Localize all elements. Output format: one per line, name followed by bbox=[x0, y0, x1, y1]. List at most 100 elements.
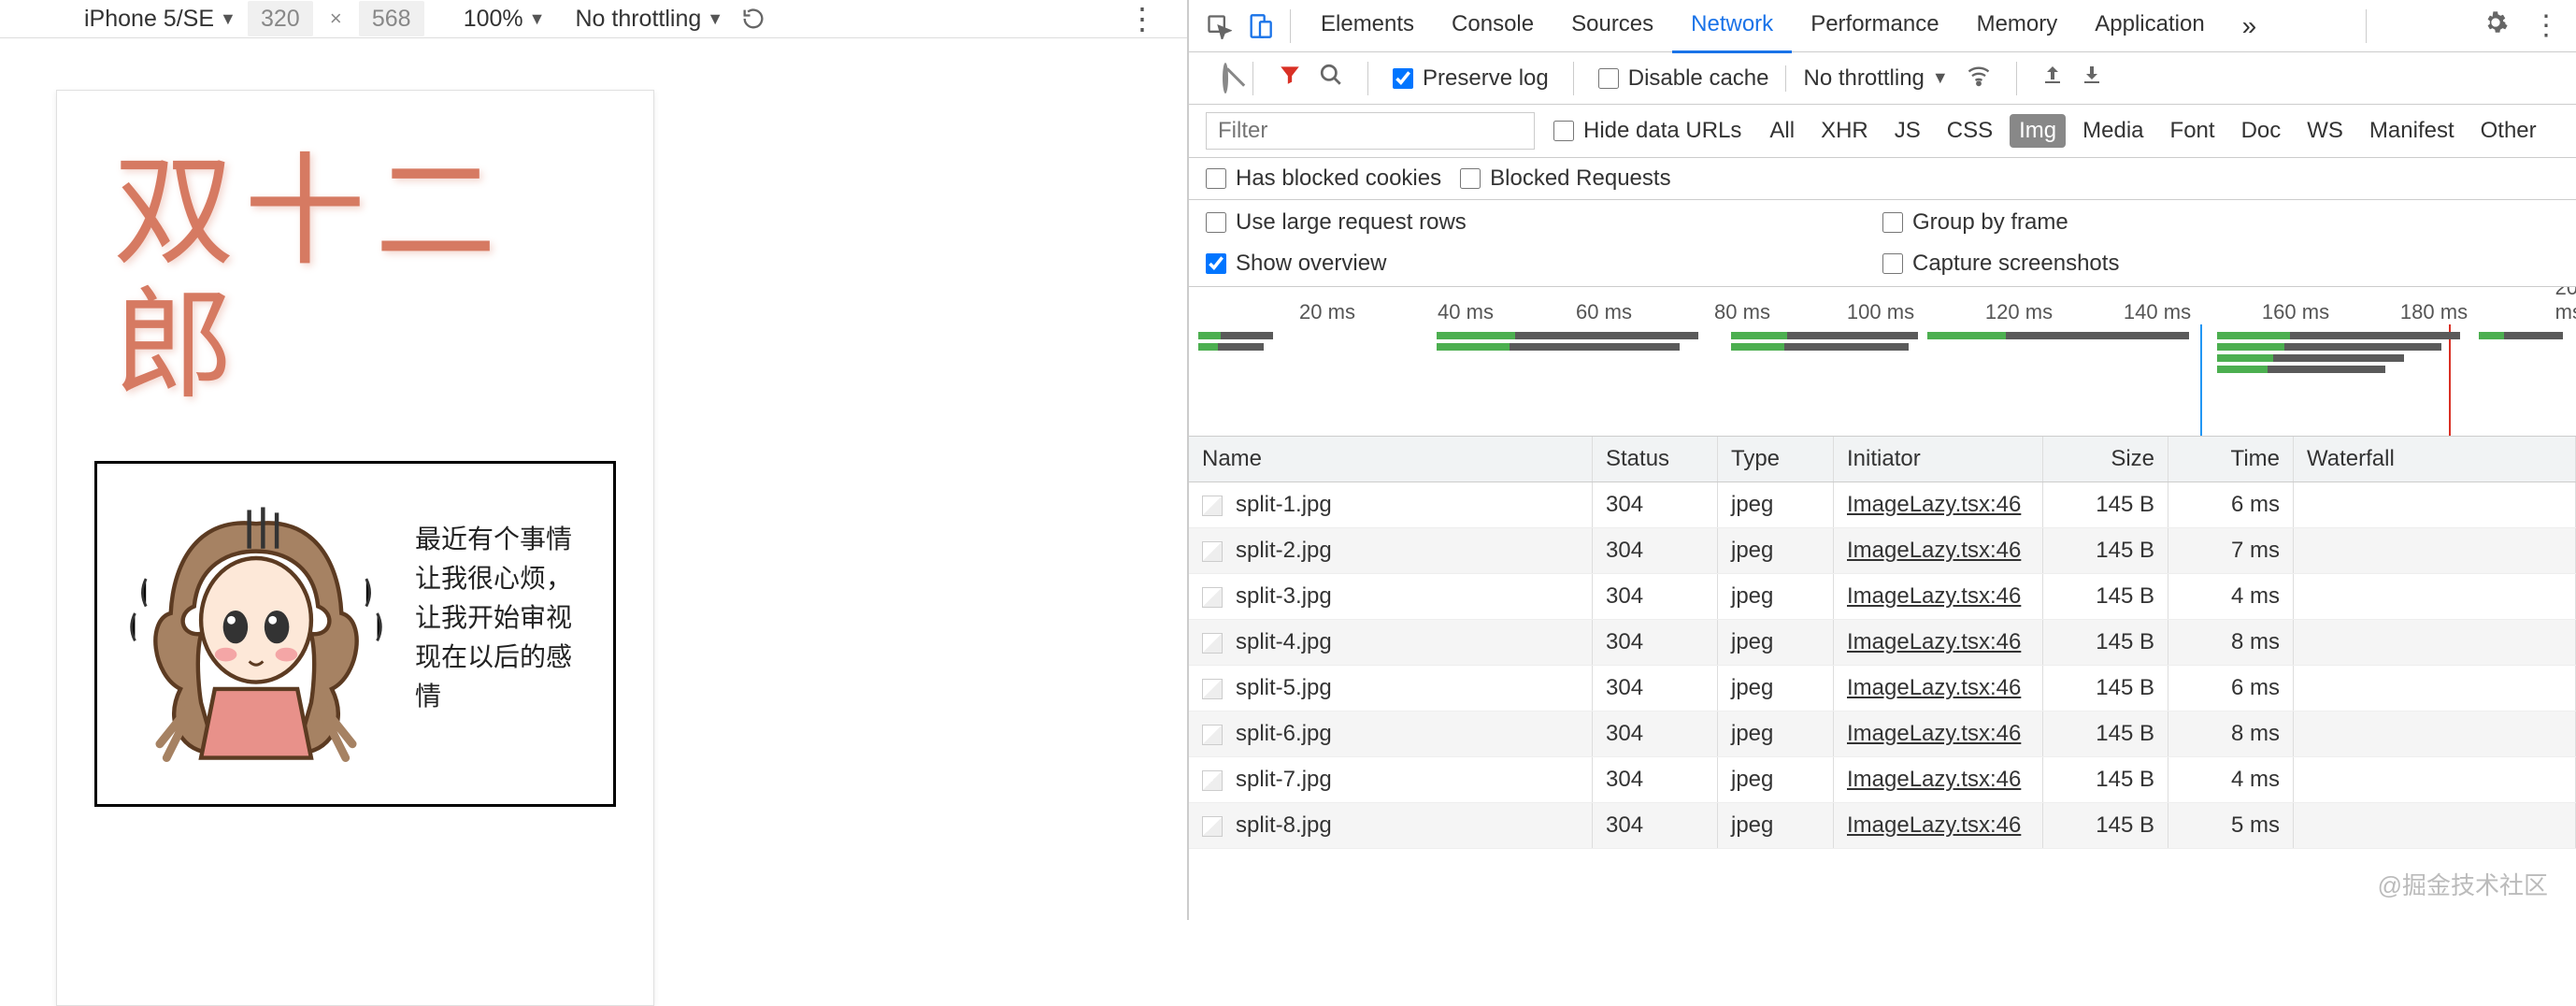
col-time[interactable]: Time bbox=[2168, 437, 2294, 481]
device-name: iPhone 5/SE bbox=[84, 6, 214, 33]
chevron-down-icon: ▼ bbox=[1932, 68, 1949, 88]
comic-text: 最近有个事情让我很心烦，让我开始审视现在以后的感情 bbox=[415, 482, 594, 785]
gear-icon[interactable] bbox=[2468, 9, 2524, 42]
filter-type-font[interactable]: Font bbox=[2161, 114, 2225, 148]
initiator-link[interactable]: ImageLazy.tsx:46 bbox=[1847, 583, 2021, 609]
tab-sources[interactable]: Sources bbox=[1553, 0, 1672, 53]
type-value: jpeg bbox=[1718, 666, 1834, 711]
col-type[interactable]: Type bbox=[1718, 437, 1834, 481]
initiator-link[interactable]: ImageLazy.tsx:46 bbox=[1847, 767, 2021, 792]
tab-console[interactable]: Console bbox=[1433, 0, 1553, 53]
zoom-value: 100% bbox=[464, 6, 523, 33]
throttle-select[interactable]: No throttling ▼ bbox=[575, 6, 723, 33]
clear-button[interactable] bbox=[1223, 65, 1228, 92]
initiator-link[interactable]: ImageLazy.tsx:46 bbox=[1847, 675, 2021, 700]
table-row[interactable]: split-1.jpg304jpegImageLazy.tsx:46145 B6… bbox=[1189, 482, 2576, 528]
col-waterfall[interactable]: Waterfall bbox=[2294, 437, 2576, 481]
separator bbox=[2016, 62, 2017, 95]
large-rows-checkbox[interactable]: Use large request rows bbox=[1206, 209, 1882, 236]
inspect-icon[interactable] bbox=[1200, 7, 1238, 45]
file-icon bbox=[1202, 725, 1223, 745]
waterfall-overview[interactable]: 20 ms40 ms60 ms80 ms100 ms120 ms140 ms16… bbox=[1189, 287, 2576, 437]
col-initiator[interactable]: Initiator bbox=[1834, 437, 2043, 481]
table-row[interactable]: split-2.jpg304jpegImageLazy.tsx:46145 B7… bbox=[1189, 528, 2576, 574]
timeline-tick: 120 ms bbox=[1985, 300, 2053, 324]
timeline-tick: 40 ms bbox=[1438, 300, 1494, 324]
group-frame-label: Group by frame bbox=[1912, 209, 2068, 236]
col-size[interactable]: Size bbox=[2043, 437, 2168, 481]
initiator-link[interactable]: ImageLazy.tsx:46 bbox=[1847, 492, 2021, 517]
throttle-dropdown[interactable]: No throttling▼ bbox=[1785, 65, 1948, 92]
disable-cache-checkbox[interactable]: Disable cache bbox=[1598, 65, 1769, 92]
initiator-link[interactable]: ImageLazy.tsx:46 bbox=[1847, 812, 2021, 838]
filter-row-2: Has blocked cookies Blocked Requests bbox=[1189, 158, 2576, 200]
wifi-icon[interactable] bbox=[1966, 62, 1992, 94]
preserve-log-checkbox[interactable]: Preserve log bbox=[1393, 65, 1549, 92]
comic-panel: 最近有个事情让我很心烦，让我开始审视现在以后的感情 bbox=[94, 461, 616, 807]
table-row[interactable]: split-8.jpg304jpegImageLazy.tsx:46145 B5… bbox=[1189, 803, 2576, 849]
file-icon bbox=[1202, 496, 1223, 516]
ban-icon bbox=[1223, 63, 1228, 93]
table-row[interactable]: split-3.jpg304jpegImageLazy.tsx:46145 B4… bbox=[1189, 574, 2576, 620]
waterfall-cell bbox=[2294, 803, 2576, 848]
filter-type-img[interactable]: Img bbox=[2010, 114, 2066, 148]
width-input[interactable] bbox=[248, 1, 313, 36]
timeline-bar bbox=[1927, 332, 2006, 339]
show-overview-checkbox[interactable]: Show overview bbox=[1206, 251, 1882, 277]
table-row[interactable]: split-4.jpg304jpegImageLazy.tsx:46145 B8… bbox=[1189, 620, 2576, 666]
hide-data-urls-checkbox[interactable]: Hide data URLs bbox=[1553, 118, 1741, 144]
table-row[interactable]: split-7.jpg304jpegImageLazy.tsx:46145 B4… bbox=[1189, 757, 2576, 803]
initiator-link[interactable]: ImageLazy.tsx:46 bbox=[1847, 538, 2021, 563]
rotate-icon[interactable] bbox=[735, 0, 772, 37]
kebab-menu-icon[interactable]: ⋮ bbox=[2527, 7, 2565, 45]
filter-type-other[interactable]: Other bbox=[2471, 114, 2546, 148]
status-value: 304 bbox=[1593, 803, 1718, 848]
tab-network[interactable]: Network bbox=[1672, 0, 1792, 53]
height-input[interactable] bbox=[359, 1, 424, 36]
tab-elements[interactable]: Elements bbox=[1302, 0, 1433, 53]
chevron-down-icon: ▼ bbox=[707, 9, 723, 29]
size-value: 145 B bbox=[2043, 482, 2168, 527]
capture-screenshots-checkbox[interactable]: Capture screenshots bbox=[1882, 251, 2559, 277]
table-row[interactable]: split-5.jpg304jpegImageLazy.tsx:46145 B6… bbox=[1189, 666, 2576, 711]
has-blocked-cookies-checkbox[interactable]: Has blocked cookies bbox=[1206, 165, 1441, 192]
disable-cache-label: Disable cache bbox=[1628, 65, 1769, 92]
filter-type-xhr[interactable]: XHR bbox=[1811, 114, 1878, 148]
preserve-log-label: Preserve log bbox=[1423, 65, 1549, 92]
zoom-select[interactable]: 100% ▼ bbox=[464, 6, 546, 33]
initiator-link[interactable]: ImageLazy.tsx:46 bbox=[1847, 721, 2021, 746]
type-value: jpeg bbox=[1718, 574, 1834, 619]
device-preview-panel: iPhone 5/SE ▼ × 100% ▼ No throttling ▼ ⋮… bbox=[0, 0, 1189, 920]
file-icon bbox=[1202, 816, 1223, 837]
filter-type-media[interactable]: Media bbox=[2073, 114, 2153, 148]
tab-performance[interactable]: Performance bbox=[1792, 0, 1957, 53]
filter-toggle[interactable] bbox=[1278, 63, 1302, 93]
download-har-icon[interactable] bbox=[2081, 64, 2103, 93]
kebab-menu-icon[interactable]: ⋮ bbox=[1127, 1, 1159, 36]
size-value: 145 B bbox=[2043, 528, 2168, 573]
table-row[interactable]: split-6.jpg304jpegImageLazy.tsx:46145 B8… bbox=[1189, 711, 2576, 757]
filter-type-css[interactable]: CSS bbox=[1938, 114, 2002, 148]
search-icon[interactable] bbox=[1319, 63, 1343, 93]
group-by-frame-checkbox[interactable]: Group by frame bbox=[1882, 209, 2559, 236]
initiator-link[interactable]: ImageLazy.tsx:46 bbox=[1847, 629, 2021, 654]
col-status[interactable]: Status bbox=[1593, 437, 1718, 481]
tab-memory[interactable]: Memory bbox=[1958, 0, 2077, 53]
domcontentloaded-line bbox=[2200, 324, 2202, 437]
filter-type-ws[interactable]: WS bbox=[2297, 114, 2353, 148]
time-value: 7 ms bbox=[2168, 528, 2294, 573]
filter-type-manifest[interactable]: Manifest bbox=[2360, 114, 2464, 148]
device-select[interactable]: iPhone 5/SE ▼ bbox=[84, 6, 236, 33]
upload-har-icon[interactable] bbox=[2041, 64, 2064, 93]
filter-type-all[interactable]: All bbox=[1760, 114, 1804, 148]
filter-input[interactable] bbox=[1206, 112, 1535, 150]
filter-type-js[interactable]: JS bbox=[1885, 114, 1930, 148]
device-toggle-icon[interactable] bbox=[1241, 7, 1279, 45]
blocked-requests-checkbox[interactable]: Blocked Requests bbox=[1460, 165, 1670, 192]
file-name: split-3.jpg bbox=[1236, 583, 1332, 609]
more-tabs-icon[interactable]: » bbox=[2227, 11, 2272, 41]
filter-type-doc[interactable]: Doc bbox=[2232, 114, 2291, 148]
tab-application[interactable]: Application bbox=[2076, 0, 2223, 53]
waterfall-cell bbox=[2294, 574, 2576, 619]
col-name[interactable]: Name bbox=[1189, 437, 1593, 481]
